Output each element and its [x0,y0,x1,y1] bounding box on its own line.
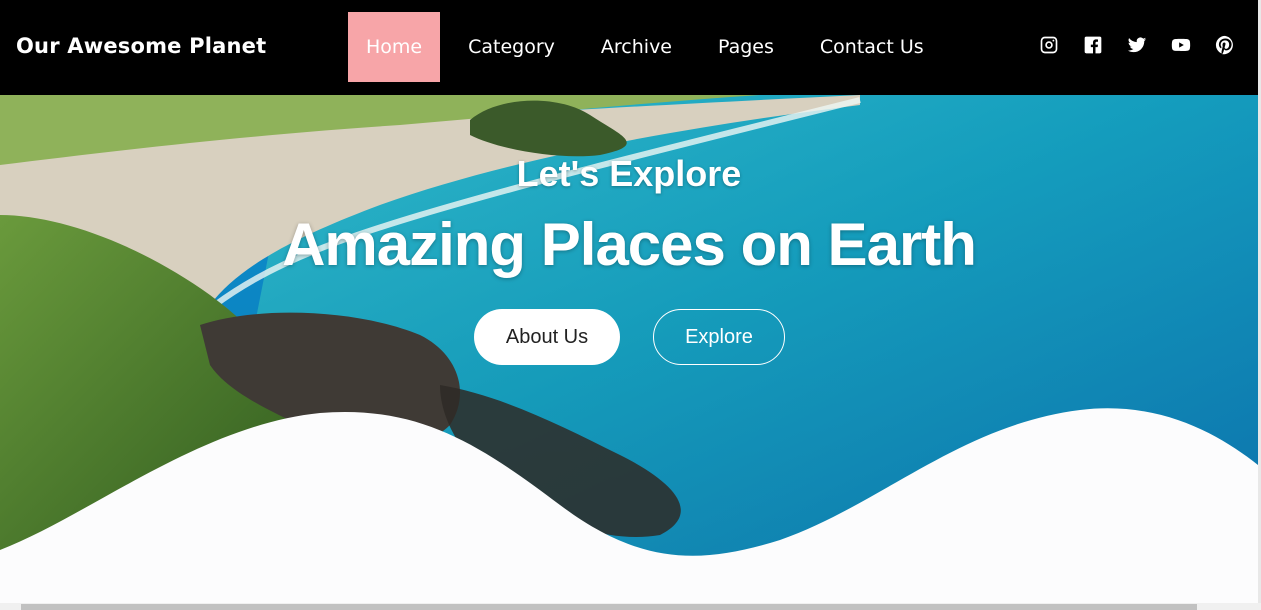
social-links [1038,34,1236,56]
site-brand[interactable]: Our Awesome Planet [16,34,266,58]
twitter-icon[interactable] [1126,34,1148,56]
horizontal-scrollbar[interactable] [0,603,1261,610]
nav-item-pages[interactable]: Pages [700,12,792,82]
pinterest-icon[interactable] [1214,34,1236,56]
nav-links: Home Category Archive Pages Contact Us [348,12,942,82]
about-us-button[interactable]: About Us [474,309,620,365]
facebook-icon[interactable] [1082,34,1104,56]
nav-item-home[interactable]: Home [348,12,441,82]
nav-item-contact-us[interactable]: Contact Us [802,12,942,82]
scrollbar-thumb[interactable] [21,604,1197,610]
youtube-icon[interactable] [1170,34,1192,56]
navbar: Our Awesome Planet Home Category Archive… [0,0,1258,95]
hero-title: Amazing Places on Earth [282,211,977,278]
nav-item-category[interactable]: Category [450,12,573,82]
nav-item-archive[interactable]: Archive [583,12,690,82]
hero-subtitle: Let's Explore [516,153,742,194]
instagram-icon[interactable] [1038,34,1060,56]
explore-button[interactable]: Explore [653,309,785,365]
hero-section: Let's Explore Amazing Places on Earth Ab… [0,95,1258,603]
